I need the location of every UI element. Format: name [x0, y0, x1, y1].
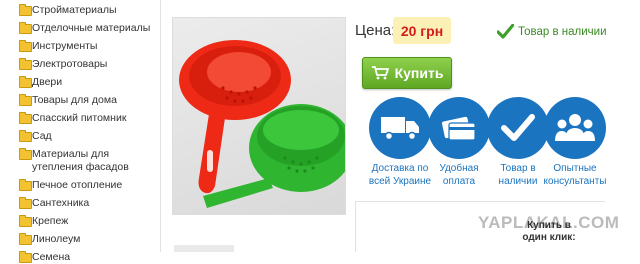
- category-label: Стройматериалы: [32, 4, 117, 16]
- folder-icon: [19, 58, 32, 70]
- category-label: Сантехника: [32, 197, 90, 209]
- category-item[interactable]: Семена: [0, 251, 160, 264]
- folder-icon: [19, 94, 32, 106]
- buy-label: Купить: [394, 65, 444, 81]
- category-label: Электротовары: [32, 58, 108, 70]
- category-item[interactable]: Сад: [0, 130, 160, 143]
- category-label: Семена: [32, 251, 71, 263]
- category-item[interactable]: Крепеж: [0, 215, 160, 228]
- card-icon: [428, 97, 490, 159]
- category-label: Материалы для утепления фасадов: [32, 148, 129, 173]
- price-value: 20 грн: [393, 17, 451, 44]
- thumbnail-strip[interactable]: [174, 245, 234, 252]
- category-item[interactable]: Стройматериалы: [0, 4, 160, 17]
- category-label: Инструменты: [32, 40, 98, 52]
- category-item[interactable]: Печное отопление: [0, 179, 160, 192]
- category-label: Отделочные материалы: [32, 22, 151, 34]
- folder-icon: [19, 148, 32, 160]
- folder-icon: [19, 22, 32, 34]
- folder-icon: [19, 4, 32, 16]
- category-item[interactable]: Спасский питомник: [0, 112, 160, 125]
- stock-status: Товар в наличии: [497, 24, 607, 39]
- folder-icon: [19, 233, 32, 245]
- feature-consultants: Опытные консультанты: [539, 97, 611, 188]
- category-item[interactable]: Товары для дома: [0, 94, 160, 107]
- category-item[interactable]: Сантехника: [0, 197, 160, 210]
- folder-icon: [19, 179, 32, 191]
- category-item[interactable]: Отделочные материалы: [0, 22, 160, 35]
- folder-icon: [19, 215, 32, 227]
- feature-label: Опытные консультанты: [543, 163, 607, 187]
- category-label: Сад: [32, 130, 52, 142]
- folder-icon: [19, 112, 32, 124]
- category-item[interactable]: Инструменты: [0, 40, 160, 53]
- category-item[interactable]: Линолеум: [0, 233, 160, 246]
- folder-icon: [19, 40, 32, 52]
- folder-icon: [19, 251, 32, 263]
- buy-button[interactable]: Купить: [362, 57, 452, 89]
- category-label: Печное отопление: [32, 179, 123, 191]
- team-icon: [544, 97, 606, 159]
- category-item[interactable]: Двери: [0, 76, 160, 89]
- divider: [355, 201, 356, 252]
- folder-icon: [19, 76, 32, 88]
- cart-icon: [371, 66, 389, 80]
- category-item[interactable]: Электротовары: [0, 58, 160, 71]
- category-label: Линолеум: [32, 233, 81, 245]
- folder-icon: [19, 197, 32, 209]
- product-photo[interactable]: [172, 17, 346, 215]
- stock-text: Товар в наличии: [518, 25, 607, 38]
- category-label: Крепеж: [32, 215, 69, 227]
- colander-image: [179, 40, 345, 208]
- category-sidebar: Стройматериалы Отделочные материалы Инст…: [0, 0, 161, 263]
- category-label: Двери: [32, 76, 63, 88]
- truck-icon: [369, 97, 431, 159]
- folder-icon: [19, 130, 32, 142]
- one-click-label: Купить в один клик:: [522, 220, 576, 243]
- checkmark-icon: [497, 24, 514, 39]
- price-label: Цена:: [355, 22, 396, 39]
- category-item[interactable]: Материалы для утепления фасадов: [0, 148, 160, 174]
- category-label: Товары для дома: [32, 94, 117, 106]
- category-label: Спасский питомник: [32, 112, 127, 124]
- category-list: Стройматериалы Отделочные материалы Инст…: [0, 0, 160, 264]
- divider: [355, 201, 605, 202]
